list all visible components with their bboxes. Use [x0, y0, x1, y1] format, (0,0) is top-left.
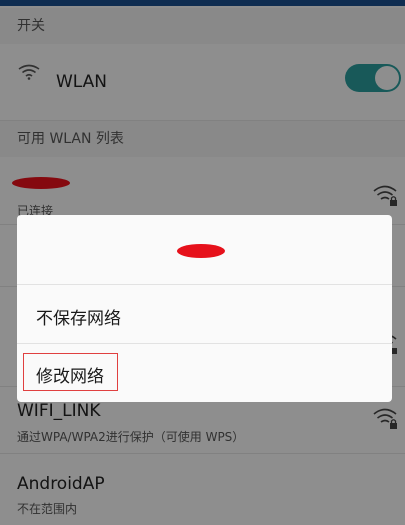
network-options-dialog: 不保存网络 修改网络: [17, 215, 392, 402]
option-label: 不保存网络: [36, 309, 121, 329]
redacted-dialog-title: [177, 244, 225, 258]
forget-network-option[interactable]: 不保存网络: [17, 285, 392, 343]
highlight-box: [23, 353, 118, 391]
dialog-title: [17, 215, 392, 285]
